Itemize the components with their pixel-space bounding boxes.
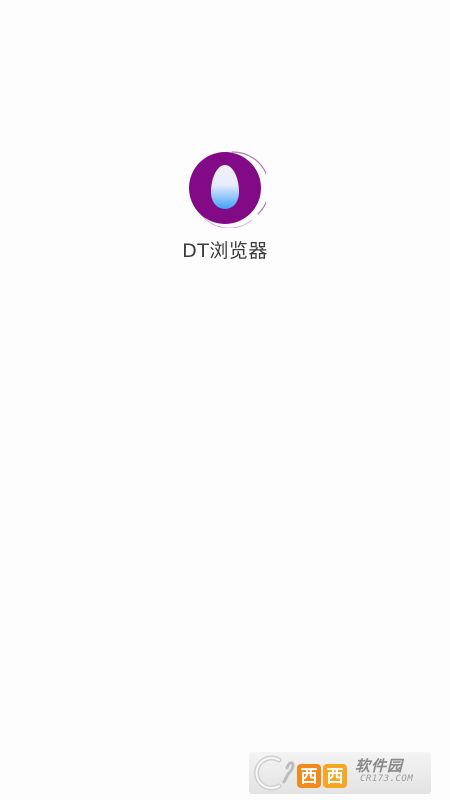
app-name-label: DT浏览器 (182, 240, 268, 262)
svg-text:西: 西 (327, 767, 344, 787)
watermark-cn-text: 软件园 (355, 757, 404, 775)
app-logo (186, 148, 266, 228)
watermark-domain-text: CR173.COM (360, 774, 414, 784)
droplet-logo-icon (189, 151, 266, 228)
watermark-logo-icon: 西 西 (254, 755, 347, 791)
watermark-badge: 西 西 软件园 CR173.COM (249, 752, 431, 794)
svg-text:西: 西 (301, 767, 318, 787)
splash-screen: DT浏览器 西 西 软件园 CR173.COM (0, 0, 450, 800)
